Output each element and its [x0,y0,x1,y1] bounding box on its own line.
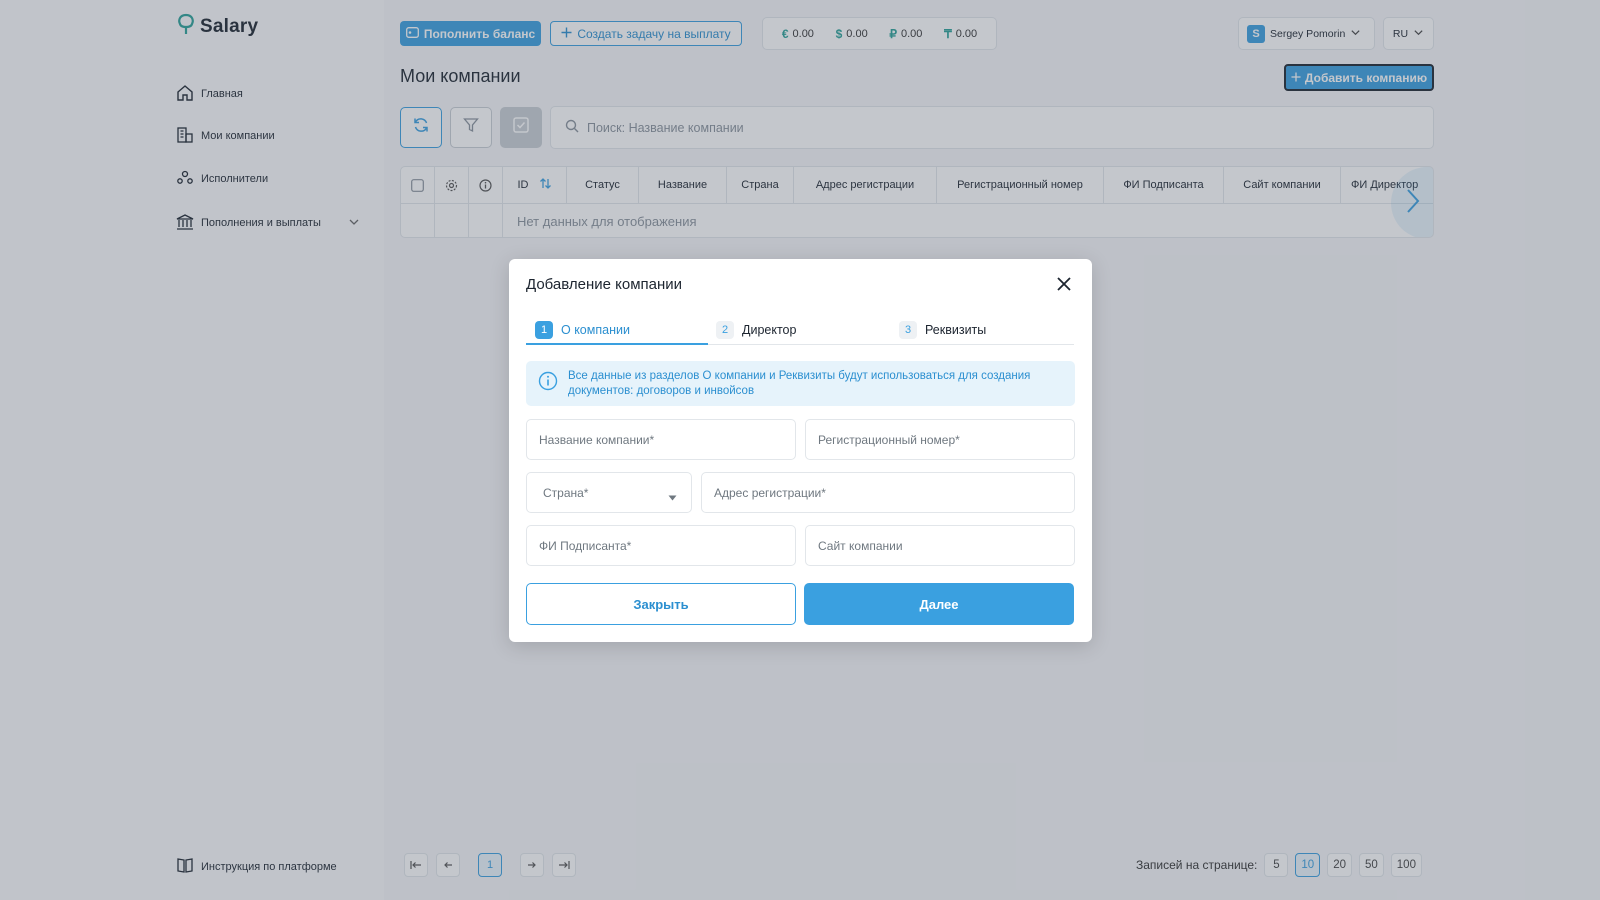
next-button[interactable]: Далее [804,583,1074,625]
step-number: 3 [899,321,917,339]
add-company-dialog: Добавление компании 1 О компании 2 Дирек… [509,259,1092,642]
field-placeholder: Название компании* [539,432,655,447]
step-label: Реквизиты [925,323,987,337]
website-field[interactable]: Сайт компании [805,525,1075,566]
company-name-field[interactable]: Название компании* [526,419,796,460]
country-select[interactable]: Страна* [526,472,692,513]
caret-down-icon [668,490,677,504]
dialog-title: Добавление компании [526,276,683,293]
reg-number-field[interactable]: Регистрационный номер* [805,419,1075,460]
close-dialog-button[interactable] [1054,276,1074,296]
tab-requisites[interactable]: 3 Реквизиты [899,315,986,345]
field-placeholder: Адрес регистрации* [714,485,826,500]
signer-name-field[interactable]: ФИ Подписанта* [526,525,796,566]
field-placeholder: ФИ Подписанта* [539,538,632,553]
field-placeholder: Страна* [543,485,589,500]
tab-director[interactable]: 2 Директор [716,315,796,345]
info-text: Все данные из разделов О компании и Рекв… [568,369,1031,397]
close-icon [1056,276,1072,297]
active-tab-indicator [526,343,708,345]
reg-address-field[interactable]: Адрес регистрации* [701,472,1075,513]
step-label: О компании [561,323,630,337]
field-placeholder: Регистрационный номер* [818,432,960,447]
close-button[interactable]: Закрыть [526,583,796,625]
step-label: Директор [742,323,797,337]
field-placeholder: Сайт компании [818,538,903,553]
app-root: Salary Главная Мои компании Исполнители … [0,0,1600,900]
step-tabs: 1 О компании 2 Директор 3 Реквизиты [526,315,1074,345]
info-icon [538,371,558,396]
step-number: 2 [716,321,734,339]
tab-about-company[interactable]: 1 О компании [535,315,630,345]
info-banner: Все данные из разделов О компании и Рекв… [526,361,1075,406]
step-number: 1 [535,321,553,339]
